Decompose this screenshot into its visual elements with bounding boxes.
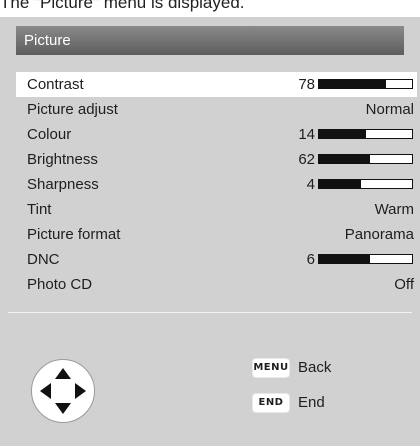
menu-item-label: DNC <box>27 251 60 268</box>
menu-title: Picture <box>16 26 404 55</box>
key-hint-label: Back <box>298 359 332 377</box>
menu-item-brightness[interactable]: Brightness 62 <box>19 147 417 172</box>
menu-item-label: Colour <box>27 126 72 143</box>
level-bar[interactable] <box>318 129 413 139</box>
caption: The "Picture" menu is displayed. <box>0 0 245 12</box>
menu-item-label: Tint <box>27 201 52 218</box>
menu-item-label: Contrast <box>27 76 84 93</box>
level-bar[interactable] <box>318 179 413 189</box>
level-bar[interactable] <box>318 254 413 264</box>
end-hint: END End <box>253 391 325 415</box>
level-bar-fill <box>319 255 371 263</box>
menu-item-picture-format[interactable]: Picture format Panorama <box>19 222 417 247</box>
setting-value: 6 <box>306 251 315 268</box>
menu-item-label: Sharpness <box>27 176 99 193</box>
menu-item-contrast[interactable]: Contrast 78 <box>16 72 417 97</box>
divider <box>8 312 412 313</box>
menu-item-label: Photo CD <box>27 276 93 293</box>
setting-value: Off <box>394 276 414 293</box>
level-bar-fill <box>319 155 371 163</box>
key-hint-label: End <box>298 394 325 412</box>
level-bar[interactable] <box>318 154 413 164</box>
setting-value: 78 <box>298 76 315 93</box>
level-bar-fill <box>319 130 366 138</box>
arrow-right-icon <box>75 383 86 399</box>
menu-item-colour[interactable]: Colour 14 <box>19 122 417 147</box>
menu-item-sharpness[interactable]: Sharpness 4 <box>19 172 417 197</box>
menu-item-label: Brightness <box>27 151 98 168</box>
menu-item-tint[interactable]: Tint Warm <box>19 197 417 222</box>
menu-item-photo-cd[interactable]: Photo CD Off <box>19 272 417 297</box>
level-bar[interactable] <box>318 79 413 89</box>
setting-value: 14 <box>298 126 315 143</box>
menu-back-hint: MENU Back <box>253 356 331 380</box>
setting-value: Warm <box>374 201 414 218</box>
setting-value: 62 <box>298 151 315 168</box>
menu-item-label: Picture adjust <box>27 101 118 118</box>
menu-item-label: Picture format <box>27 226 121 243</box>
arrow-left-icon <box>40 383 51 399</box>
setting-value: Normal <box>365 101 414 118</box>
arrow-down-icon <box>55 403 71 414</box>
menu-item-picture-adjust[interactable]: Picture adjust Normal <box>19 97 417 122</box>
level-bar-fill <box>319 80 386 88</box>
menu-list: Contrast 78 Picture adjust Normal Colour… <box>16 72 417 297</box>
setting-value: Panorama <box>344 226 414 243</box>
level-bar-fill <box>319 180 361 188</box>
end-key: END <box>253 394 289 413</box>
menu-key: MENU <box>253 359 289 378</box>
four-way-arrow-pad-icon <box>31 359 95 423</box>
arrow-up-icon <box>55 368 71 379</box>
picture-menu: Picture Contrast 78 Picture adjust Norma… <box>0 17 420 446</box>
setting-value: 4 <box>306 176 315 193</box>
menu-item-dnc[interactable]: DNC 6 <box>19 247 417 272</box>
